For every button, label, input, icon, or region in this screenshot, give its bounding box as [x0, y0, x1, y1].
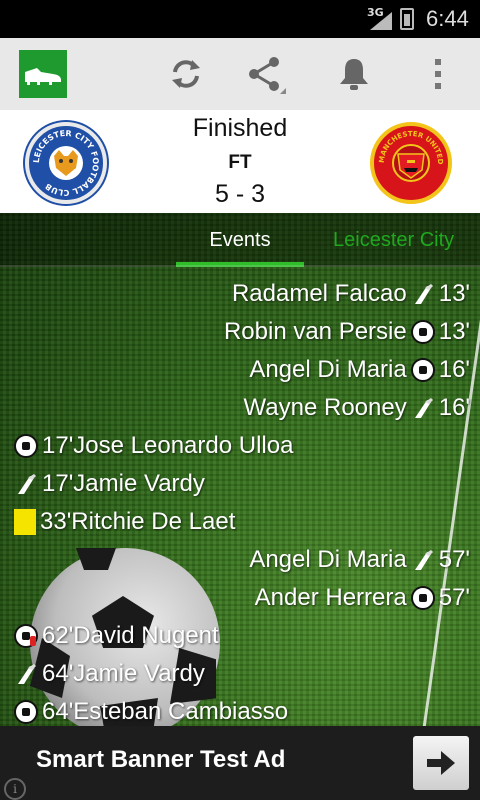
event-player: Ander Herrera — [254, 584, 407, 611]
event-player: Radamel Falcao — [231, 280, 407, 307]
boot-icon — [18, 474, 36, 494]
event-player: Esteban Cambiasso — [73, 698, 289, 725]
info-icon[interactable]: i — [4, 778, 26, 800]
home-team-crest[interactable]: LEICESTER CITY FOOTBALL CLUB — [25, 122, 107, 204]
ball-icon — [410, 586, 435, 610]
overflow-menu-button[interactable] — [416, 52, 460, 96]
event-minute: 62' — [42, 622, 74, 649]
app-home-button[interactable] — [19, 50, 67, 98]
yellow-card-icon — [14, 509, 36, 535]
match-period: FT — [228, 152, 252, 173]
ad-text: Smart Banner Test Ad — [36, 746, 286, 773]
match-status: Finished — [192, 114, 288, 142]
event-row[interactable]: Angel Di Maria 57' — [249, 541, 470, 579]
tab-bar: Events Leicester City — [0, 213, 480, 267]
event-minute: 13' — [438, 318, 470, 345]
event-player: David Nugent — [73, 622, 219, 649]
ad-banner[interactable]: Smart Banner Test Ad i — [0, 726, 480, 800]
event-player: Ritchie De Laet — [71, 508, 236, 535]
ball-icon — [14, 700, 38, 724]
event-row[interactable]: 64' Jamie Vardy — [10, 655, 205, 693]
event-minute: 17' — [42, 432, 74, 459]
event-minute: 64' — [42, 660, 74, 687]
ball-icon — [410, 358, 435, 382]
tab-divider — [0, 265, 480, 267]
share-icon — [249, 57, 286, 94]
action-bar — [0, 38, 480, 110]
penalty-ball-icon — [14, 624, 38, 648]
tab-leicester-city-label: Leicester City — [333, 229, 455, 251]
battery-icon — [400, 8, 414, 30]
more-vert-icon — [435, 59, 441, 89]
bell-icon — [340, 59, 368, 90]
clock: 6:44 — [426, 6, 469, 31]
event-minute: 16' — [438, 394, 470, 421]
tab-events-label: Events — [209, 229, 271, 251]
tab-events[interactable]: Events — [176, 213, 304, 267]
event-row[interactable]: 17' Jamie Vardy — [10, 465, 205, 503]
event-player: Jamie Vardy — [73, 470, 205, 497]
event-player: Wayne Rooney — [243, 394, 407, 421]
refresh-icon — [172, 60, 200, 88]
events-panel: Events Leicester City Radamel Falcao 13'… — [0, 213, 480, 726]
event-minute: 16' — [438, 356, 470, 383]
away-team-crest[interactable]: MANCHESTER UNITED — [370, 122, 452, 204]
refresh-button[interactable] — [164, 52, 208, 96]
share-button[interactable] — [244, 52, 288, 96]
boot-icon — [25, 68, 61, 85]
ad-open-button[interactable] — [413, 736, 469, 790]
event-minute: 64' — [42, 698, 74, 725]
event-row[interactable]: 64' Esteban Cambiasso — [10, 693, 288, 726]
event-row[interactable]: Angel Di Maria 16' — [249, 351, 470, 389]
event-player: Jose Leonardo Ulloa — [73, 432, 294, 459]
event-row[interactable]: 62' David Nugent — [10, 617, 219, 655]
leicester-crest-icon: LEICESTER CITY FOOTBALL CLUB — [32, 129, 100, 197]
info-glyph: i — [13, 782, 17, 796]
match-score: 5 - 3 — [214, 180, 266, 208]
tab-leicester-city[interactable]: Leicester City — [333, 213, 454, 267]
boot-icon — [414, 284, 433, 304]
event-player: Robin van Persie — [223, 318, 407, 345]
event-player: Jamie Vardy — [73, 660, 205, 687]
event-minute: 57' — [438, 546, 470, 573]
ball-icon — [14, 434, 38, 458]
event-row[interactable]: 17' Jose Leonardo Ulloa — [10, 427, 293, 465]
match-header: LEICESTER CITY FOOTBALL CLUB Finished FT… — [0, 110, 480, 213]
event-minute: 33' — [40, 508, 72, 535]
boot-icon — [414, 550, 433, 570]
manchester-united-crest-icon: MANCHESTER UNITED — [378, 130, 444, 182]
arrow-right-icon — [427, 751, 455, 775]
event-minute: 13' — [438, 280, 470, 307]
event-player: Angel Di Maria — [249, 356, 407, 383]
event-row[interactable]: Robin van Persie 13' — [224, 313, 470, 351]
event-row[interactable]: Radamel Falcao 13' — [232, 275, 470, 313]
event-minute: 17' — [42, 470, 74, 497]
status-bar: 3G 6:44 — [0, 0, 480, 38]
boot-icon — [414, 398, 433, 418]
ball-icon — [410, 320, 435, 344]
boot-icon — [18, 664, 36, 684]
event-player: Angel Di Maria — [249, 546, 407, 573]
event-row[interactable]: Wayne Rooney 16' — [244, 389, 470, 427]
notifications-button[interactable] — [332, 52, 376, 96]
event-row[interactable]: Ander Herrera 57' — [255, 579, 470, 617]
signal-icon — [370, 12, 392, 30]
event-row[interactable]: 33' Ritchie De Laet — [10, 503, 235, 541]
event-minute: 57' — [438, 584, 470, 611]
